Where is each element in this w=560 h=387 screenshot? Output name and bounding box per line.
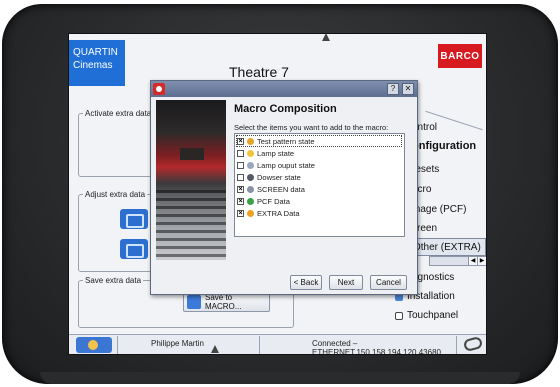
- lamp-icon: [247, 149, 254, 157]
- macro-icon: [187, 295, 201, 309]
- menu-item-other-extra[interactable]: Other (EXTRA): [410, 238, 486, 256]
- network-icon[interactable]: [120, 209, 148, 229]
- next-button[interactable]: Next: [329, 275, 363, 290]
- mouse-cursor-icon: [322, 33, 330, 41]
- theatre-photo: [156, 100, 226, 260]
- macro-item-row[interactable]: × PCF Data: [237, 196, 290, 206]
- screen-icon: [247, 185, 254, 193]
- pcf-icon: [247, 197, 254, 205]
- test-pattern-icon: [247, 137, 254, 145]
- cancel-button[interactable]: Cancel: [370, 275, 407, 290]
- status-separator: [456, 336, 457, 354]
- status-separator: [259, 336, 260, 354]
- menu-item-touchpanel[interactable]: Touchpanel: [395, 310, 475, 321]
- theatre-seats-image: [156, 190, 226, 260]
- menu-item-image-pcf[interactable]: mage (PCF): [412, 204, 486, 215]
- save-to-macro-button[interactable]: Save to MACRO...: [183, 292, 270, 312]
- macro-item-row[interactable]: × EXTRA Data: [237, 208, 300, 218]
- user-name: Philippe Martin: [151, 339, 204, 348]
- menu-item-screen[interactable]: creen: [412, 223, 486, 234]
- group-label: Adjust extra data: [85, 190, 146, 199]
- close-button[interactable]: ✕: [402, 83, 414, 95]
- quartin-logo: QUARTIN Cinemas: [69, 40, 125, 86]
- macro-item-row[interactable]: Lamp ouput state: [237, 160, 315, 170]
- mouse-cursor-icon: [211, 345, 219, 353]
- network-icon[interactable]: [120, 239, 148, 259]
- item-label: SCREEN data: [257, 184, 305, 194]
- extra-icon: [247, 209, 254, 217]
- touchpanel-screen: QUARTIN Cinemas BARCO Theatre 7 Activate…: [68, 33, 487, 355]
- macro-item-row[interactable]: Lamp state: [237, 148, 294, 158]
- lamp-output-icon: [247, 161, 254, 169]
- barco-app-icon: [153, 83, 165, 95]
- scroll-left-icon[interactable]: ◀: [468, 257, 477, 265]
- menu-item-presets[interactable]: resets: [412, 164, 486, 175]
- item-label: Dowser state: [257, 172, 301, 182]
- macro-item-row[interactable]: Dowser state: [237, 172, 301, 182]
- item-checkbox[interactable]: [237, 149, 244, 157]
- item-label: EXTRA Data: [257, 208, 300, 218]
- item-label: PCF Data: [257, 196, 290, 206]
- scroll-right-icon[interactable]: ▶: [477, 257, 486, 265]
- back-button[interactable]: < Back: [290, 275, 322, 290]
- device-stand: [40, 372, 520, 384]
- menu-item-macro[interactable]: acro: [412, 184, 486, 195]
- menu-item-diagnostics[interactable]: agnostics: [412, 272, 486, 283]
- horizontal-scrollbar[interactable]: ◀ ▶: [429, 256, 486, 266]
- item-checkbox[interactable]: [237, 173, 244, 181]
- item-label: Lamp ouput state: [257, 160, 315, 170]
- connection-status: Connected – ETHERNET,150.158.194.120,436…: [312, 339, 441, 355]
- item-checkbox[interactable]: ×: [237, 197, 244, 205]
- item-checkbox[interactable]: ×: [237, 137, 244, 145]
- macro-items-list: × Test pattern state Lamp state Lamp ouput …: [234, 133, 405, 237]
- macro-item-row[interactable]: × SCREEN data: [237, 184, 305, 194]
- help-button[interactable]: ?: [387, 83, 399, 95]
- user-icon[interactable]: [76, 337, 112, 353]
- theatre-screen-image: [180, 148, 204, 160]
- macro-composition-dialog: ? ✕ Macro Composition Select the items y…: [150, 80, 418, 295]
- save-to-macro-label: Save to MACRO...: [205, 293, 242, 311]
- page-title: Theatre 7: [229, 64, 289, 80]
- menu-item-configuration[interactable]: onfiguration: [412, 140, 486, 152]
- item-label: Lamp state: [257, 148, 295, 158]
- macro-item-row[interactable]: × Test pattern state: [236, 135, 402, 147]
- status-separator: [117, 336, 118, 354]
- dialog-titlebar[interactable]: ? ✕: [151, 81, 417, 97]
- item-checkbox[interactable]: ×: [237, 209, 244, 217]
- dialog-prompt: Select the items you want to add to the …: [234, 123, 389, 132]
- touchpanel-icon: [395, 311, 403, 320]
- item-checkbox[interactable]: ×: [237, 185, 244, 193]
- dowser-icon: [247, 173, 254, 181]
- group-label: Save extra data: [85, 276, 142, 285]
- dialog-heading: Macro Composition: [234, 103, 337, 115]
- item-label: Test pattern state: [257, 136, 315, 146]
- item-checkbox[interactable]: [237, 161, 244, 169]
- barco-logo: BARCO: [438, 44, 482, 68]
- group-label: Activate extra data: [85, 109, 152, 118]
